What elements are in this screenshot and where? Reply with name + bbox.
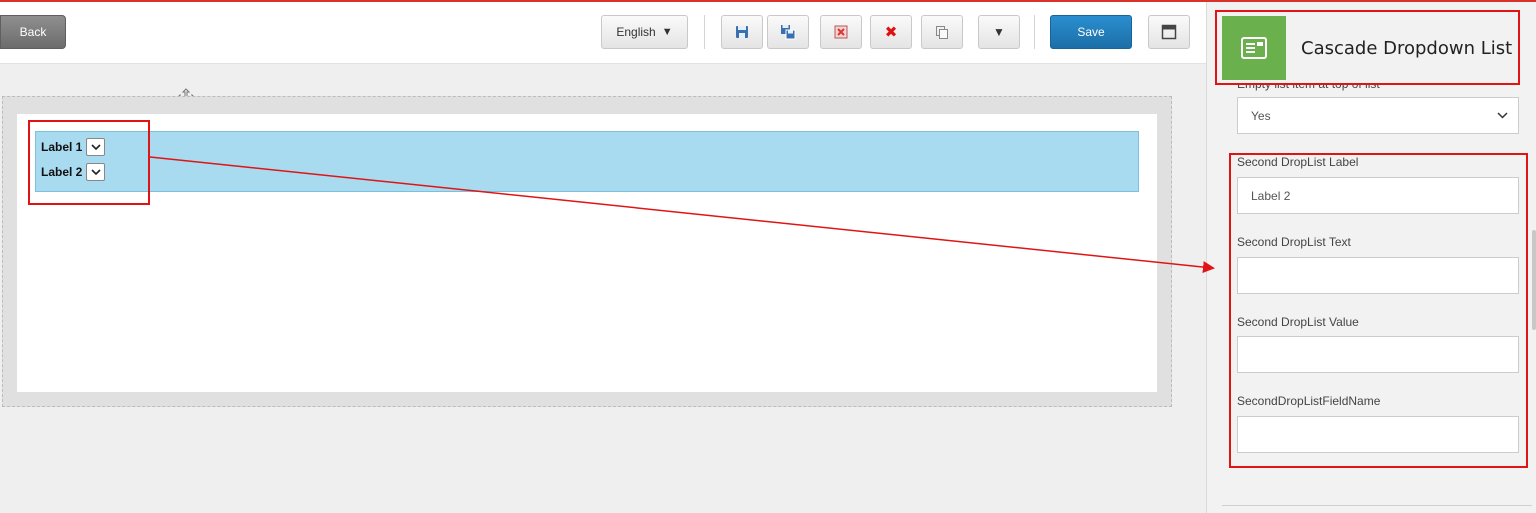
toolbar-divider: [1034, 15, 1035, 49]
copy-icon-button[interactable]: [921, 15, 963, 49]
discard-icon: [834, 25, 848, 39]
toolbar-divider: [704, 15, 705, 49]
empty-list-item-value: Yes: [1251, 108, 1271, 123]
chevron-down-icon: ▼: [993, 25, 1005, 39]
layout-icon: [1161, 24, 1177, 40]
language-dropdown[interactable]: English ▼: [601, 15, 688, 49]
delete-icon: ✖: [884, 24, 898, 41]
caret-down-icon: ▼: [661, 26, 673, 38]
annotation-box-labels: [28, 120, 150, 205]
save-button[interactable]: Save: [1050, 15, 1132, 49]
toolbar: Back English ▼ ✖ ▼ Save: [0, 2, 1206, 64]
chevron-down-icon: [1497, 112, 1508, 119]
annotation-box-title: [1215, 10, 1520, 85]
back-button[interactable]: Back: [0, 15, 66, 49]
delete-icon-button[interactable]: ✖: [870, 15, 912, 49]
language-label: English: [616, 25, 656, 39]
panel-divider: [1222, 505, 1532, 506]
top-accent-line: [0, 0, 1536, 2]
more-options-button[interactable]: ▼: [978, 15, 1020, 49]
save-as-icon: [781, 25, 796, 40]
cascade-dropdown-widget[interactable]: Label 1 Label 2: [35, 131, 1139, 192]
layout-toggle-button[interactable]: [1148, 15, 1190, 49]
discard-icon-button[interactable]: [820, 15, 862, 49]
save-as-icon-button[interactable]: [767, 15, 809, 49]
copy-icon: [936, 26, 948, 39]
empty-list-item-select[interactable]: Yes: [1237, 97, 1519, 134]
panel-scrollbar[interactable]: [1532, 230, 1536, 330]
save-icon: [736, 26, 748, 38]
save-icon-button[interactable]: [721, 15, 763, 49]
annotation-box-fields: [1229, 153, 1528, 468]
